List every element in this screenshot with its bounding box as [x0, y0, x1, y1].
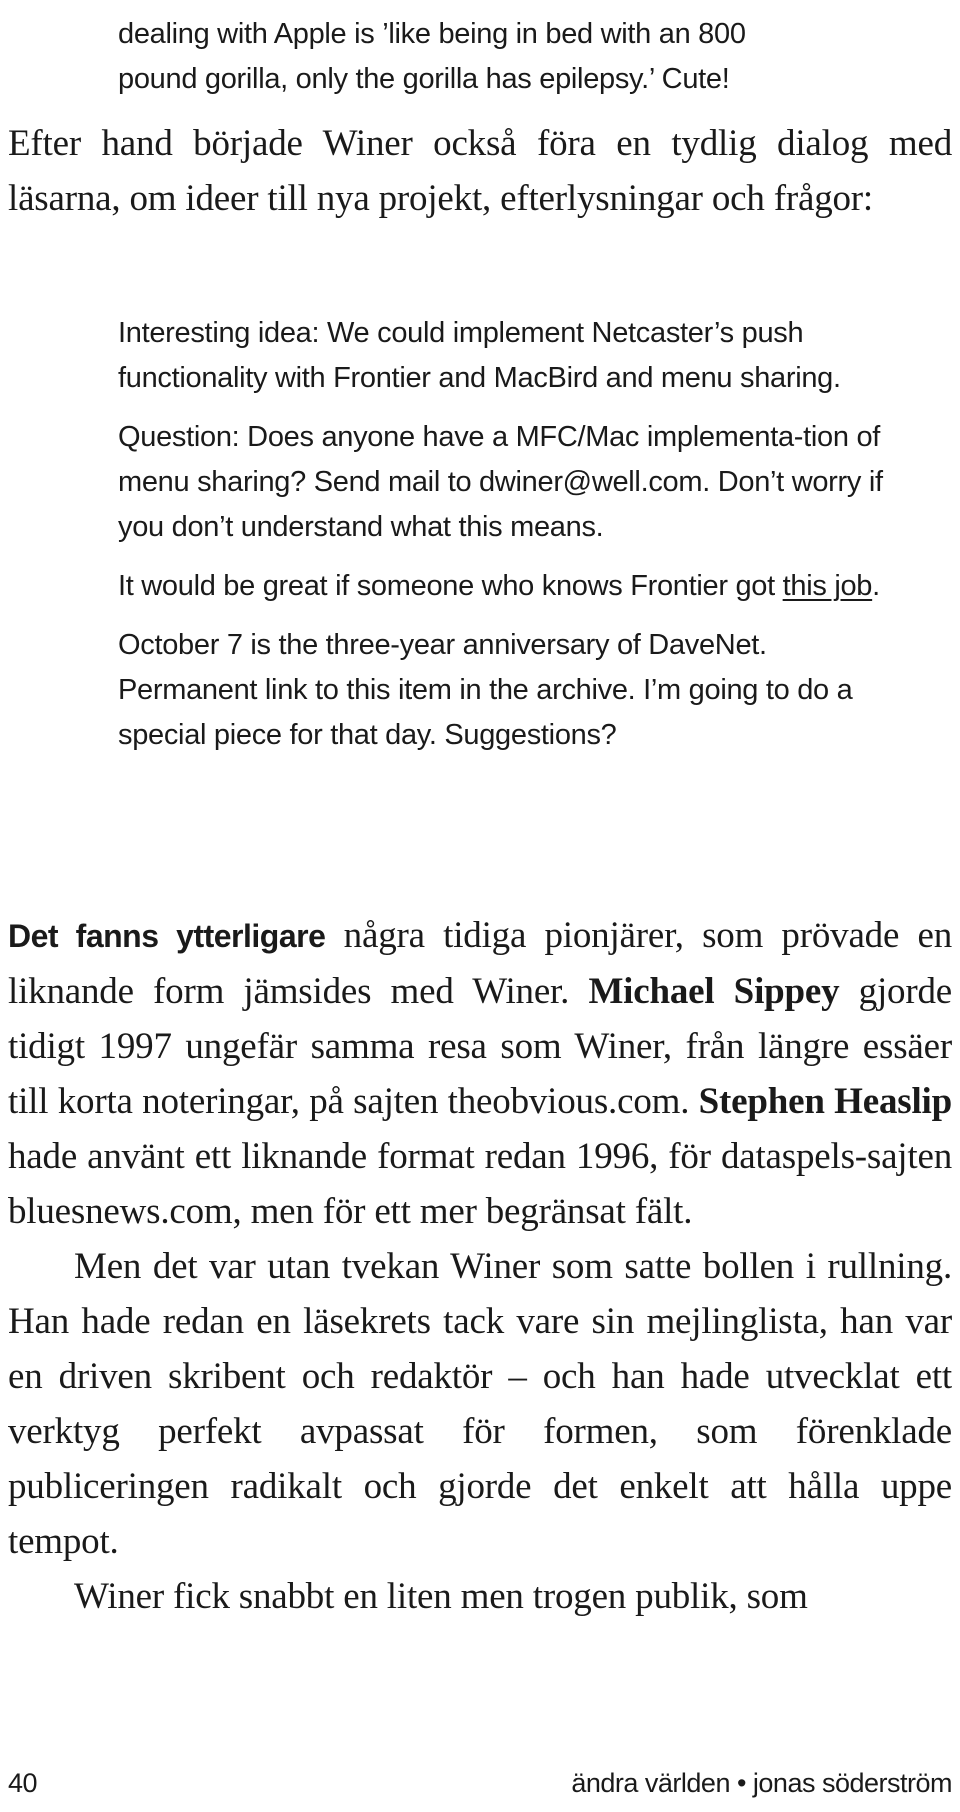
quote-item: Interesting idea: We could implement Net… — [118, 317, 841, 394]
name-stephen-heaslip: Stephen Heaslip — [698, 1081, 953, 1122]
section-paragraph-text: Det fanns ytterligare några tidiga pionj… — [8, 908, 952, 1239]
top-quote-line-1: dealing with Apple is ’like being in bed… — [118, 18, 746, 50]
top-quote-line-2: pound gorilla, only the gorilla has epil… — [118, 63, 730, 95]
paragraph-text: hade använt ett liknande format redan 19… — [8, 1136, 952, 1232]
quote-item: October 7 is the three-year anniversary … — [118, 629, 853, 751]
page-footer: 40 ändra världen • jonas söderström — [8, 1768, 952, 1799]
top-quote-continuation: dealing with Apple is ’like being in bed… — [118, 12, 918, 102]
quote-item: It would be great if someone who knows F… — [118, 564, 908, 609]
section-paragraph: Det fanns ytterligare några tidiga pionj… — [8, 908, 952, 1624]
lead-in-bold: Det fanns ytterligare — [8, 918, 326, 954]
quote-item: Question: Does anyone have a MFC/Mac imp… — [118, 421, 883, 543]
intro-paragraph-text: Efter hand började Winer också föra en t… — [8, 123, 952, 219]
paragraph-2: Men det var utan tvekan Winer som satte … — [8, 1246, 952, 1562]
name-michael-sippey: Michael Sippey — [588, 971, 840, 1012]
running-title: ändra världen • jonas söderström — [571, 1768, 952, 1798]
page-number: 40 — [8, 1768, 38, 1798]
quote-item-text: . — [872, 570, 880, 602]
this-job-link[interactable]: this job — [783, 570, 873, 602]
paragraph-3: Winer fick snabbt en liten men trogen pu… — [74, 1576, 808, 1617]
quote-item-text: It would be great if someone who knows F… — [118, 570, 783, 602]
intro-paragraph: Efter hand började Winer också föra en t… — [8, 116, 952, 226]
quote-block-items: Interesting idea: We could implement Net… — [118, 311, 908, 758]
